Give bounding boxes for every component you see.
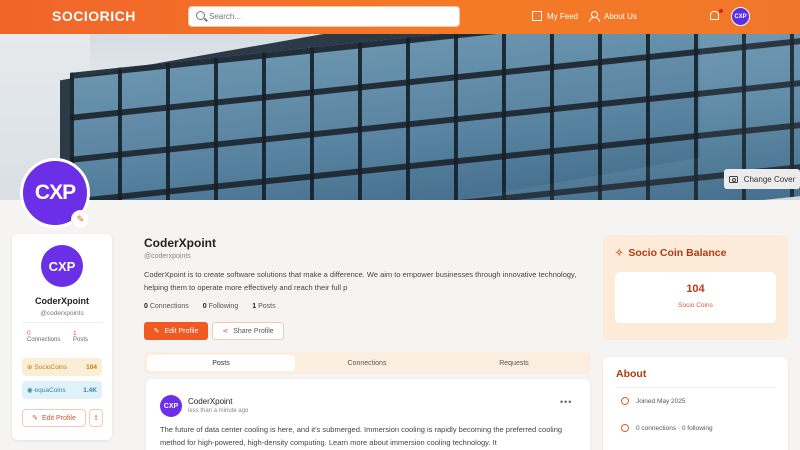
search-bar[interactable] bbox=[188, 6, 460, 27]
stat-posts-label: Posts bbox=[258, 303, 276, 310]
sociocoins-text: SocioCoins bbox=[34, 364, 68, 371]
tab-connections[interactable]: Connections bbox=[293, 355, 441, 371]
about-joined: Joined May 2025 bbox=[621, 397, 686, 405]
about-joined-text: Joined May 2025 bbox=[636, 397, 686, 405]
summary-share-button[interactable]: ⇪ bbox=[89, 409, 103, 427]
stat-posts-count: 1 bbox=[252, 303, 257, 310]
header-avatar[interactable]: CXP bbox=[731, 7, 750, 26]
summary-edit-profile-button[interactable]: ✎ Edit Profile bbox=[22, 409, 86, 427]
sparkle-icon: ✧ bbox=[615, 247, 624, 259]
notification-dot bbox=[719, 9, 723, 13]
share-icon: ⋖ bbox=[222, 328, 229, 335]
clock-icon bbox=[621, 397, 629, 405]
connections-icon bbox=[621, 424, 629, 432]
tab-requests[interactable]: Requests bbox=[440, 355, 588, 371]
summary-avatar: CXP bbox=[41, 245, 83, 287]
coin-balance-title-text: Socio Coin Balance bbox=[628, 247, 727, 259]
divider bbox=[616, 387, 776, 388]
change-cover-button[interactable]: Change Cover bbox=[724, 169, 800, 189]
equacoins-text: equaCoins bbox=[34, 387, 66, 394]
profile-stats: 0 Connections 0 Following 1 Posts bbox=[144, 303, 276, 310]
summary-connections-count: 0 bbox=[27, 330, 31, 337]
summary-edit-profile-label: Edit Profile bbox=[42, 414, 76, 422]
search-input[interactable] bbox=[209, 9, 449, 24]
profile-tabs: Posts Connections Requests bbox=[144, 352, 591, 374]
divider bbox=[22, 322, 102, 323]
search-icon bbox=[196, 11, 205, 20]
top-navbar: SOCIORICH My Feed About Us CXP bbox=[0, 0, 800, 34]
edit-profile-label: Edit Profile bbox=[164, 327, 199, 335]
about-title: About bbox=[616, 368, 647, 380]
share-profile-button[interactable]: ⋖ Share Profile bbox=[212, 322, 284, 340]
equacoins-value: 1.4K bbox=[83, 386, 97, 394]
share-profile-label: Share Profile bbox=[233, 327, 274, 335]
edit-icon: ✎ bbox=[32, 415, 38, 422]
stat-connections[interactable]: 0 Connections bbox=[144, 303, 189, 310]
change-cover-label: Change Cover bbox=[743, 174, 796, 184]
nav-my-feed[interactable]: My Feed bbox=[532, 11, 578, 21]
profile-bio: CoderXpoint is to create software soluti… bbox=[144, 270, 577, 292]
tab-posts[interactable]: Posts bbox=[147, 355, 295, 371]
stat-following[interactable]: 0 Following bbox=[203, 303, 238, 310]
sociocoins-row[interactable]: ⊕ SocioCoins 104 bbox=[22, 358, 102, 376]
share-icon: ⇪ bbox=[93, 415, 99, 422]
profile-handle: @coderxpoints bbox=[144, 253, 191, 260]
coin-balance-value: 104 bbox=[686, 283, 705, 295]
coin-balance-label: Socio Coins bbox=[678, 302, 713, 309]
nav-my-feed-label: My Feed bbox=[547, 11, 579, 21]
summary-posts[interactable]: 1 Posts bbox=[73, 330, 88, 343]
summary-name: CoderXpoint bbox=[35, 296, 89, 306]
sociocoins-label: ⊕ SocioCoins bbox=[27, 363, 67, 371]
summary-handle: @coderxpoints bbox=[40, 310, 84, 317]
edit-icon: ✎ bbox=[153, 328, 160, 335]
nav-about-us[interactable]: About Us bbox=[589, 11, 637, 22]
coin-icon: ⊕ bbox=[27, 364, 33, 371]
edit-avatar-button[interactable]: ✎ bbox=[71, 210, 90, 229]
about-connections-text: 0 connections · 0 following bbox=[636, 424, 713, 432]
summary-connections-label: Connections bbox=[27, 337, 61, 343]
profile-name: CoderXpoint bbox=[144, 236, 216, 250]
feed-icon bbox=[532, 11, 542, 21]
post-time: less than a minute ago bbox=[188, 408, 249, 414]
summary-posts-label: Posts bbox=[73, 337, 89, 343]
post-avatar[interactable]: CXP bbox=[160, 395, 182, 417]
stat-connections-label: Connections bbox=[149, 303, 189, 310]
cover-image bbox=[0, 34, 800, 200]
summary-connections[interactable]: 0 Connections bbox=[27, 330, 60, 343]
coin-balance-card: ✧ Socio Coin Balance 104 Socio Coins bbox=[603, 235, 788, 340]
camera-icon bbox=[728, 175, 738, 183]
coin-balance-box: 104 Socio Coins bbox=[615, 272, 776, 323]
nav-about-us-label: About Us bbox=[604, 11, 637, 21]
equacoins-row[interactable]: ◉ equaCoins 1.4K bbox=[22, 381, 102, 399]
post-text: The future of data center cooling is her… bbox=[160, 425, 563, 447]
about-connections: 0 connections · 0 following bbox=[621, 424, 713, 432]
stat-posts[interactable]: 1 Posts bbox=[252, 303, 275, 310]
stat-following-count: 0 bbox=[202, 303, 207, 310]
post-card: CXP CoderXpoint less than a minute ago •… bbox=[146, 379, 590, 450]
bell-icon[interactable] bbox=[710, 11, 719, 20]
coin-icon: ◉ bbox=[27, 387, 33, 394]
about-card: About Joined May 2025 0 connections · 0 … bbox=[603, 357, 788, 450]
equacoins-label: ◉ equaCoins bbox=[27, 386, 66, 394]
post-author[interactable]: CoderXpoint bbox=[188, 397, 232, 406]
profile-summary-card: CXP CoderXpoint @coderxpoints 0 Connecti… bbox=[12, 234, 112, 440]
stat-connections-count: 0 bbox=[144, 303, 148, 310]
user-icon bbox=[589, 11, 600, 22]
sociocoins-value: 104 bbox=[86, 363, 97, 371]
edit-profile-button[interactable]: ✎ Edit Profile bbox=[144, 322, 208, 340]
pencil-icon: ✎ bbox=[76, 214, 85, 224]
summary-posts-count: 1 bbox=[73, 330, 77, 337]
stat-following-label: Following bbox=[208, 303, 239, 310]
app-logo[interactable]: SOCIORICH bbox=[52, 8, 136, 24]
coin-balance-title: ✧ Socio Coin Balance bbox=[615, 247, 726, 259]
more-options-icon[interactable]: ••• bbox=[560, 397, 572, 407]
